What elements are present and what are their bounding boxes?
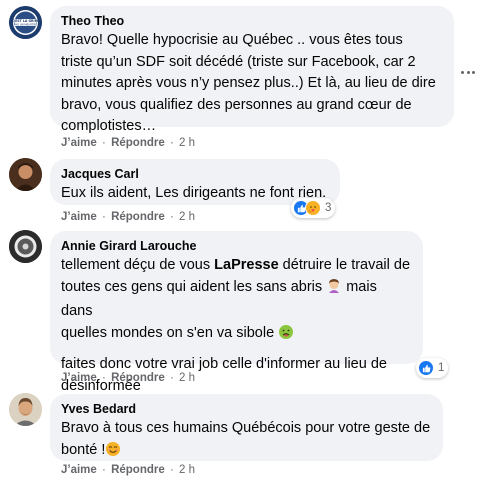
profile-photo-avatar [9,158,42,191]
separator: · [169,211,174,223]
comment-author[interactable]: Annie Girard Larouche [61,238,412,255]
comment-bubble: Yves Bedard Bravo à tous ces humains Qué… [50,394,443,461]
comment-text-line: Bravo! Quelle hypocrisie au Québec .. vo… [61,32,403,48]
comment-actions: J’aime · Répondre · 2 h [61,464,195,476]
more-options-icon[interactable] [458,62,478,82]
comment-author[interactable]: Yves Bedard [61,401,432,418]
timestamp[interactable]: 2 h [179,372,195,384]
comment-text-line: complotistes… [61,118,157,134]
comment-author[interactable]: Theo Theo [61,13,443,30]
page-mention-link[interactable]: LaPresse [214,257,279,273]
comment-text-line: bonté ! [61,440,432,465]
comment-actions: J’aime · Répondre · 2 h [61,137,195,149]
comment-bubble: Annie Girard Larouche tellement déçu de … [50,231,423,394]
separator: · [169,464,174,476]
comment-text-segment: détruire le travail de [278,257,411,273]
timestamp[interactable]: 2 h [179,464,195,476]
comment-text: Eux ils aident, Les dirigeants ne font r… [61,185,327,201]
separator: · [169,137,174,149]
comment-text-line: toutes ces gens qui aident les sans abri… [61,277,412,323]
like-reaction-icon [418,360,434,376]
avatar[interactable] [9,158,42,191]
reply-link[interactable]: Répondre [111,137,165,149]
timestamp[interactable]: 2 h [179,137,195,149]
separator: · [169,372,174,384]
comment-author[interactable]: Jacques Carl [61,166,329,183]
comment-text-segment: toutes ces gens qui aident les sans abri… [61,278,327,295]
separator: · [102,372,106,384]
separator: · [102,137,106,149]
woman-facepalming-emoji-icon [326,278,342,302]
comment-text-line: minutes après vous n’y pensez plus..) Et… [61,75,436,91]
avatar[interactable] [9,230,42,263]
separator: · [102,464,106,476]
avatar[interactable] [9,393,42,426]
comment-text-segment: tellement déçu de vous [61,257,215,273]
comment-text-line: bravo, vous qualifiez des personnes au g… [61,96,412,113]
like-link[interactable]: J’aime [61,137,97,149]
reply-link[interactable]: Répondre [111,464,165,476]
badge-avatar-icon: C'EST LA GRIPE PAS UN MEURTRE [9,6,42,39]
comment-text-line: Bravo à tous ces humains Québécois pour … [61,420,431,436]
like-link[interactable]: J’aime [61,211,97,223]
comment-text-line: tellement déçu de vous LaPresse détruire… [61,255,412,277]
profile-photo-avatar [9,393,42,426]
comment-text-segment: bonté ! [61,441,106,458]
comment-actions: J’aime · Répondre · 2 h [61,211,195,223]
like-link[interactable]: J’aime [61,464,97,476]
reply-link[interactable]: Répondre [111,372,165,384]
comment-bubble: Theo Theo Bravo! Quelle hypocrisie au Qu… [50,6,454,134]
comment-text-segment: quelles mondes on s'en va sibole [61,324,279,341]
comment-text-line: quelles mondes on s'en va sibole [61,323,412,348]
avatar[interactable]: C'EST LA GRIPE PAS UN MEURTRE [9,6,42,39]
nauseated-face-emoji-icon [278,324,294,348]
like-link[interactable]: J’aime [61,372,97,384]
comment-text: Bravo! Quelle hypocrisie au Québec .. vo… [61,30,443,138]
comment-text: Bravo à tous ces humains Québécois pour … [61,418,432,464]
avatar-badge-text-2: PAS UN MEURTRE [14,22,37,26]
smiling-face-emoji-icon [105,441,121,465]
profile-photo-avatar [9,230,42,263]
reactions-summary[interactable]: 1 [416,358,449,378]
reaction-count: 1 [438,362,445,374]
reactions-summary[interactable]: 3 [291,198,336,218]
timestamp[interactable]: 2 h [179,211,195,223]
reaction-count: 3 [325,202,332,214]
separator: · [102,211,106,223]
reply-link[interactable]: Répondre [111,211,165,223]
care-reaction-icon [305,200,321,216]
comment-text-line: triste qu’un SDF soit décédé (triste sur… [61,53,416,70]
comment-actions: J’aime · Répondre · 2 h [61,372,195,384]
